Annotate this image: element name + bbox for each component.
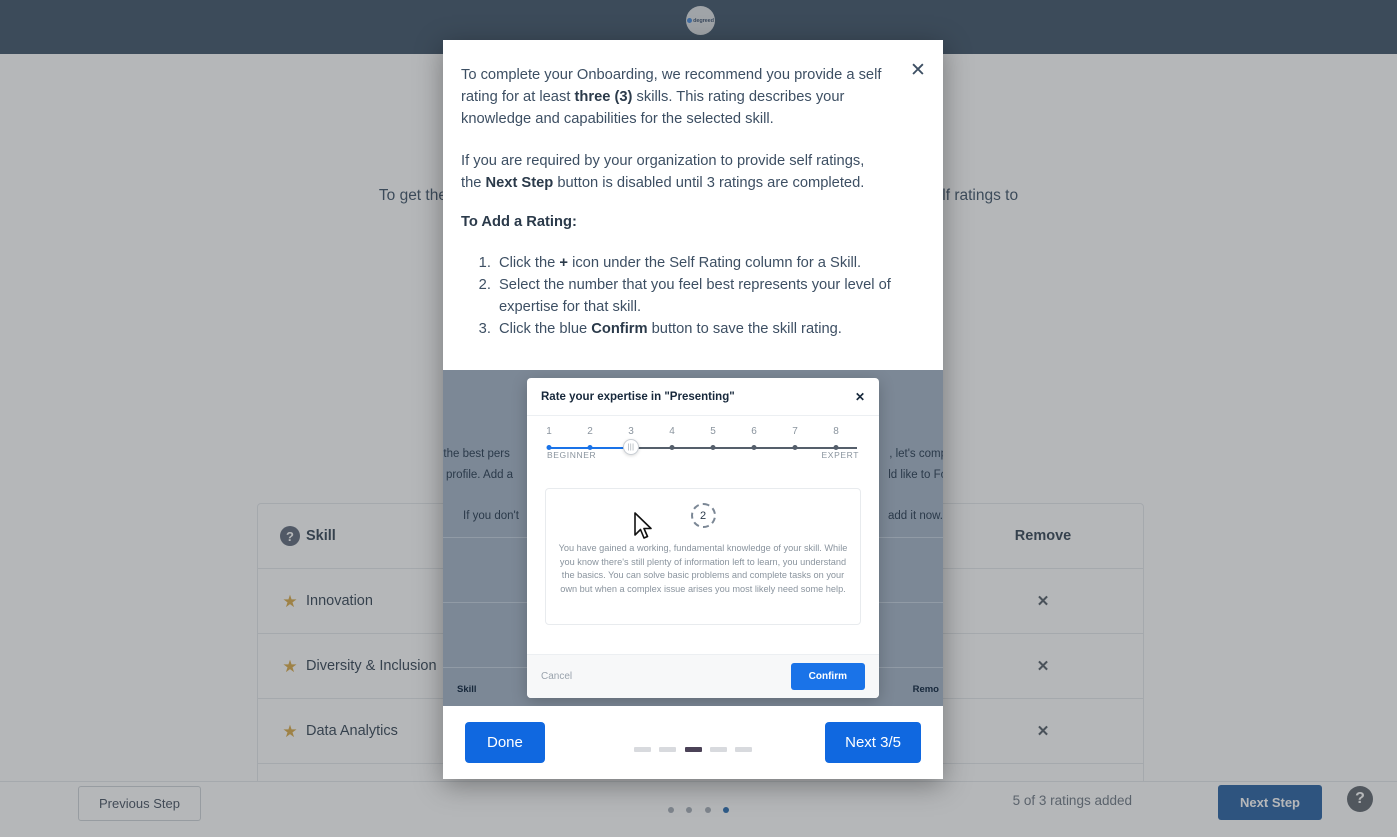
step-1-text-a: Click the xyxy=(499,255,560,271)
step-3-text-b: button to save the skill rating. xyxy=(647,321,842,337)
walkthrough-steps-list: Click the + icon under the Self Rating c… xyxy=(495,252,909,340)
step-2-text-a: Select the number that you feel best rep… xyxy=(499,277,891,315)
progress-dash[interactable] xyxy=(633,747,651,752)
close-icon[interactable]: ✕ xyxy=(855,390,865,404)
embedded-bg-text-right-1: , let's comp xyxy=(889,448,943,460)
walkthrough-heading: To Add a Rating: xyxy=(461,214,577,230)
next-button[interactable]: Next 3/5 xyxy=(825,722,921,763)
step-3-text-a: Click the blue xyxy=(499,321,592,337)
embedded-bg-text-left-1: t the best pers xyxy=(443,448,510,460)
list-item: Click the + icon under the Self Rating c… xyxy=(495,252,909,274)
progress-dash-active[interactable] xyxy=(684,747,702,752)
slider-point-1[interactable] xyxy=(546,444,552,450)
slider-end-labels: BEGINNER EXPERT xyxy=(545,450,861,462)
slider-tick-3: 3 xyxy=(628,426,634,437)
paragraph-1-bold: three (3) xyxy=(574,89,633,105)
slider-tick-labels: 1 2 3 4 5 6 7 8 xyxy=(545,426,861,440)
embedded-table-header-remove: Remo xyxy=(912,684,939,695)
screen-root: degreed To get the best personali t leas… xyxy=(0,0,1397,837)
dialog-body: 1 2 3 4 5 6 7 8 ||| BEGINNER EXPERT 2 Yo… xyxy=(527,416,879,654)
progress-dash[interactable] xyxy=(735,747,753,752)
slider-tick-4: 4 xyxy=(669,426,675,437)
dialog-footer: Cancel Confirm xyxy=(527,654,879,698)
confirm-button[interactable]: Confirm xyxy=(790,663,865,690)
embedded-bg-text-right-2: ld like to Fo xyxy=(888,469,943,481)
walkthrough-footer: Done Next 3/5 xyxy=(443,706,943,779)
slider-point-2[interactable] xyxy=(587,444,593,450)
slider-point-4[interactable] xyxy=(669,444,675,450)
walkthrough-paragraph-1: To complete your Onboarding, we recommen… xyxy=(461,64,909,130)
expertise-slider[interactable]: 1 2 3 4 5 6 7 8 ||| BEGINNER EXPERT xyxy=(545,426,861,539)
onboarding-walkthrough-modal: ✕ To complete your Onboarding, we recomm… xyxy=(443,40,943,779)
mouse-cursor-icon xyxy=(634,512,652,539)
slider-label-beginner: BEGINNER xyxy=(547,450,597,460)
progress-dash[interactable] xyxy=(709,747,727,752)
walkthrough-content: ✕ To complete your Onboarding, we recomm… xyxy=(443,40,943,350)
step-3-bold: Confirm xyxy=(591,321,648,337)
cancel-button[interactable]: Cancel xyxy=(541,671,572,682)
done-button[interactable]: Done xyxy=(465,722,545,763)
embedded-bg-text-left-2: s profile. Add a xyxy=(443,469,514,481)
slider-point-7[interactable] xyxy=(792,444,798,450)
slider-tick-7: 7 xyxy=(792,426,798,437)
step-1-bold: + xyxy=(559,255,568,271)
embedded-bg-text-left-3: If you don't xyxy=(463,510,519,522)
rating-description-box: 2 You have gained a working, fundamental… xyxy=(545,488,861,625)
paragraph-2-text-b: button is disabled until 3 ratings are c… xyxy=(553,175,865,191)
list-item: Click the blue Confirm button to save th… xyxy=(495,318,909,340)
slider-tick-6: 6 xyxy=(751,426,757,437)
slider-tick-8: 8 xyxy=(833,426,839,437)
embedded-screenshot-illustration: t the best pers s profile. Add a If you … xyxy=(443,370,943,706)
slider-label-expert: EXPERT xyxy=(821,450,859,460)
progress-dash[interactable] xyxy=(659,747,677,752)
rating-level-badge: 2 xyxy=(690,503,716,528)
dialog-header: Rate your expertise in "Presenting" ✕ xyxy=(527,378,879,416)
embedded-table-header-skill: Skill xyxy=(457,684,477,695)
slider-point-6[interactable] xyxy=(751,444,757,450)
slider-tick-2: 2 xyxy=(587,426,593,437)
paragraph-2-bold: Next Step xyxy=(485,175,554,191)
slider-tick-1: 1 xyxy=(546,426,552,437)
slider-tick-5: 5 xyxy=(710,426,716,437)
step-1-text-b: icon under the Self Rating column for a … xyxy=(567,255,862,271)
walkthrough-paragraph-2: If you are required by your organization… xyxy=(461,150,909,194)
slider-point-5[interactable] xyxy=(710,444,716,450)
rating-level-description: You have gained a working, fundamental k… xyxy=(558,543,848,594)
dialog-title: Rate your expertise in "Presenting" xyxy=(541,390,735,403)
embedded-bg-text-right-3: add it now. xyxy=(888,510,943,522)
list-item: Select the number that you feel best rep… xyxy=(495,274,909,318)
close-icon[interactable]: ✕ xyxy=(907,60,929,82)
slider-point-8[interactable] xyxy=(833,444,839,450)
rate-expertise-dialog: Rate your expertise in "Presenting" ✕ 1 … xyxy=(527,378,879,698)
